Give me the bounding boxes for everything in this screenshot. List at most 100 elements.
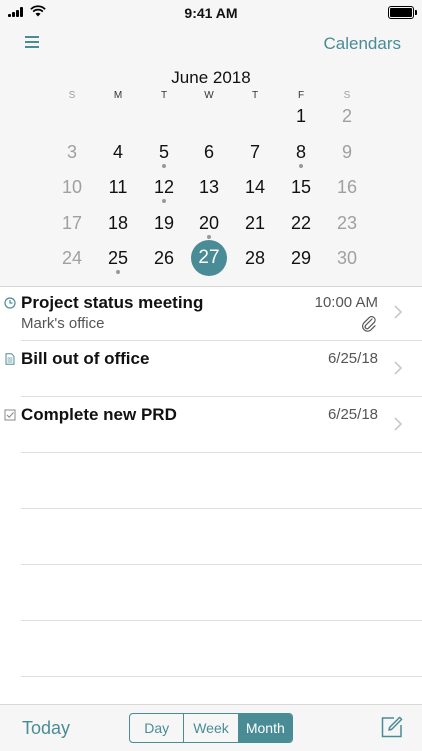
day-number: 3 — [66, 142, 77, 162]
day-cell[interactable]: 29 — [282, 240, 320, 276]
event-row[interactable]: Bill out of office 6/25/18 — [0, 343, 422, 399]
clock-icon — [4, 297, 16, 309]
day-number: 2 — [341, 106, 352, 126]
event-title: Project status meeting — [21, 293, 204, 312]
day-number: 17 — [61, 213, 83, 233]
event-row[interactable]: Project status meeting Mark's office 10:… — [0, 287, 422, 343]
status-time: 9:41 AM — [184, 5, 238, 21]
view-switcher: Day Week Month — [129, 713, 293, 743]
day-number: 11 — [108, 177, 128, 197]
day-cell[interactable]: 1 — [282, 98, 320, 134]
day-cell[interactable]: 17 — [53, 205, 91, 241]
weekday-label: W — [204, 90, 214, 101]
day-cell[interactable]: 22 — [282, 205, 320, 241]
day-cell[interactable]: 19 — [145, 205, 183, 241]
day-cell[interactable]: 14 — [236, 169, 274, 205]
day-number: 28 — [244, 248, 266, 268]
chevron-right-icon — [394, 305, 403, 319]
day-number: 1 — [295, 106, 306, 126]
day-number: 4 — [112, 142, 123, 162]
day-cell[interactable]: 25 — [99, 240, 137, 276]
day-number: 16 — [336, 177, 358, 197]
event-dot — [299, 164, 303, 168]
day-cell[interactable]: 2 — [328, 98, 366, 134]
day-view-button[interactable]: Day — [130, 714, 185, 742]
weekday-label: T — [251, 90, 259, 101]
compose-icon[interactable] — [380, 715, 404, 739]
day-number: 18 — [107, 213, 129, 233]
day-number: 22 — [290, 213, 312, 233]
battery-icon — [388, 6, 417, 19]
day-cell[interactable]: 11 — [99, 169, 137, 205]
day-cell[interactable]: 5 — [145, 134, 183, 170]
day-cell[interactable]: 30 — [328, 240, 366, 276]
row-divider — [21, 676, 422, 677]
day-cell[interactable]: 6 — [190, 134, 228, 170]
status-bar: 9:41 AM — [0, 0, 422, 24]
day-number: 15 — [290, 177, 312, 197]
event-location: Mark's office — [21, 315, 105, 332]
day-number: 13 — [198, 177, 220, 197]
day-number: 25 — [107, 248, 129, 268]
day-cell[interactable]: 8 — [282, 134, 320, 170]
event-time: 10:00 AM — [314, 294, 378, 311]
day-number: 7 — [249, 142, 260, 162]
bottom-toolbar: Today Day Week Month — [0, 704, 422, 751]
day-cell[interactable]: 12 — [145, 169, 183, 205]
day-number: 12 — [153, 177, 175, 197]
day-number: 21 — [244, 213, 266, 233]
day-cell[interactable]: 3 — [53, 134, 91, 170]
event-time: 6/25/18 — [327, 350, 378, 367]
event-dot — [162, 164, 166, 168]
day-number: 6 — [203, 142, 214, 162]
day-cell[interactable]: 15 — [282, 169, 320, 205]
month-title: June 2018 — [171, 68, 251, 87]
day-number: 26 — [153, 248, 175, 268]
day-number: 9 — [341, 142, 352, 162]
day-cell[interactable]: 21 — [236, 205, 274, 241]
day-cell[interactable]: 16 — [328, 169, 366, 205]
event-time: 6/25/18 — [327, 406, 378, 423]
day-number: 10 — [61, 177, 83, 197]
day-cell[interactable]: 24 — [53, 240, 91, 276]
day-number: 30 — [336, 248, 358, 268]
day-number: 5 — [158, 142, 169, 162]
day-number: 23 — [336, 213, 358, 233]
day-cell[interactable]: 20 — [190, 205, 228, 241]
week-view-button[interactable]: Week — [184, 714, 239, 742]
document-icon — [5, 353, 15, 365]
chevron-right-icon — [394, 417, 403, 431]
month-view-button[interactable]: Month — [238, 714, 292, 742]
event-dot — [207, 235, 211, 239]
day-cell[interactable]: 18 — [99, 205, 137, 241]
day-number: 20 — [198, 213, 220, 233]
day-cell[interactable]: 7 — [236, 134, 274, 170]
calendar-header: Calendars June 2018 SMTWTFS 1 2 3 4 5 6 7 8 9 10 1… — [0, 24, 422, 287]
row-divider — [21, 564, 422, 565]
calendars-button[interactable]: Calendars — [324, 34, 402, 54]
day-cell[interactable]: 26 — [145, 240, 183, 276]
day-cell[interactable]: 10 — [53, 169, 91, 205]
day-number: 8 — [295, 142, 306, 162]
row-divider — [21, 620, 422, 621]
day-cell[interactable]: 28 — [236, 240, 274, 276]
day-number: 29 — [290, 248, 312, 268]
paperclip-icon — [362, 316, 376, 332]
selected-day[interactable]: 27 — [191, 240, 227, 276]
weekday-label: S — [68, 90, 76, 101]
day-number: 27 — [198, 247, 220, 268]
day-cell[interactable]: 23 — [328, 205, 366, 241]
day-number: 14 — [244, 177, 266, 197]
row-divider — [21, 340, 422, 341]
menu-icon[interactable] — [25, 35, 41, 49]
day-cell[interactable]: 13 — [190, 169, 228, 205]
today-button[interactable]: Today — [22, 718, 70, 739]
day-cell[interactable]: 4 — [99, 134, 137, 170]
event-row[interactable]: Complete new PRD 6/25/18 — [0, 399, 422, 455]
day-number: 19 — [153, 213, 175, 233]
checkbox-icon — [4, 409, 16, 421]
chevron-right-icon — [394, 361, 403, 375]
day-cell[interactable]: 9 — [328, 134, 366, 170]
row-divider — [21, 508, 422, 509]
day-number: 24 — [61, 248, 83, 268]
